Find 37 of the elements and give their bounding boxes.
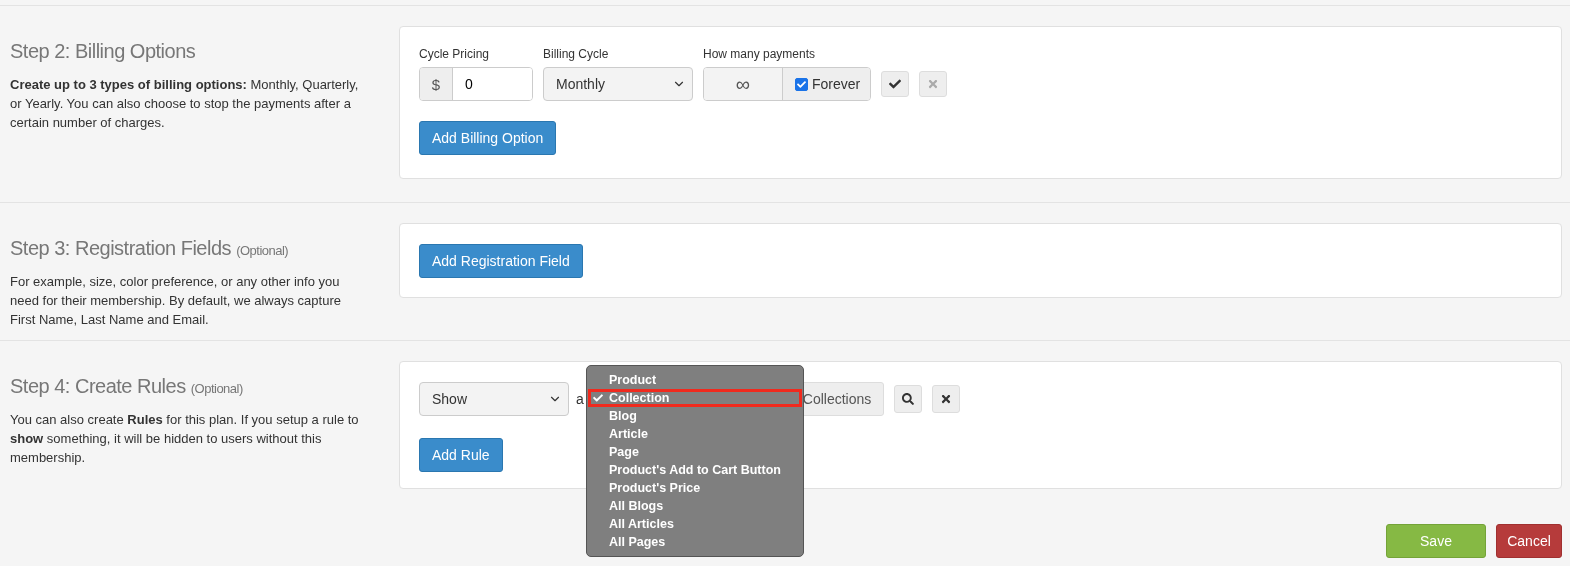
field-label: Billing Cycle	[543, 47, 610, 61]
close-icon	[940, 393, 953, 405]
section-title: Step 4: Create Rules (Optional)	[10, 375, 244, 398]
menu-item[interactable]: All Blogs	[588, 497, 802, 515]
add-registration-field-button[interactable]: Add Registration Field	[419, 244, 583, 278]
section-title: Step 3: Registration Fields (Optional)	[10, 237, 290, 260]
menu-item[interactable]: Page	[588, 443, 802, 461]
field-label: Cycle Pricing	[419, 47, 491, 61]
section-description: For example, size, color preference, or any other info you need for their membership. By default, we always capture First Name, Last Name and Email.	[10, 273, 342, 329]
check-icon	[889, 78, 902, 90]
menu-item[interactable]: All Pages	[588, 533, 802, 551]
search-icon	[902, 393, 915, 405]
menu-item[interactable]: Product's Price	[588, 479, 802, 497]
forever-checkbox[interactable]: Forever	[782, 68, 871, 100]
rule-action-select[interactable]: Show	[419, 382, 569, 416]
remove-button[interactable]	[932, 385, 961, 413]
section-description: You can also create Rules for this plan. If you setup a rule to show something, it will be hidden to users without this membership.	[10, 411, 360, 467]
add-rule-button[interactable]: Add Rule	[419, 438, 503, 472]
section-description: Create up to 3 types of billing options: Monthly, Quarterly, or Yearly. You can also choose to stop the payments after a certain number of charges.	[10, 76, 360, 132]
field-label: How many payments	[703, 47, 817, 61]
menu-item[interactable]: Article	[588, 425, 802, 443]
billing-cycle-select[interactable]: Monthly	[543, 67, 693, 101]
menu-item[interactable]: Collection	[588, 389, 802, 407]
add-billing-option-button[interactable]: Add Billing Option	[419, 121, 557, 155]
menu-item[interactable]: Product's Add to Cart Button	[588, 461, 802, 479]
menu-item[interactable]: All Articles	[588, 515, 802, 533]
cancel-button[interactable]: Cancel	[1496, 524, 1562, 558]
connector-text: a	[576, 391, 584, 407]
save-button[interactable]: Save	[1386, 524, 1486, 558]
confirm-button[interactable]	[881, 71, 910, 97]
check-icon	[797, 79, 806, 89]
price-input-group[interactable]: $ 0	[419, 67, 533, 101]
section-title: Step 2: Billing Options	[10, 40, 197, 63]
close-icon	[927, 78, 940, 90]
infinity-symbol: ∞	[704, 68, 782, 100]
check-icon	[593, 393, 603, 403]
search-button[interactable]	[894, 385, 923, 413]
